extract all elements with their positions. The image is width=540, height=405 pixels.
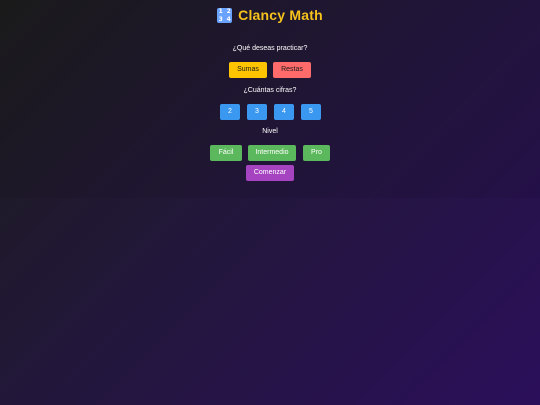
digits-5-button[interactable]: 5 xyxy=(301,104,321,120)
digits-question: ¿Cuántas cifras? xyxy=(243,87,297,94)
restas-button[interactable]: Restas xyxy=(273,62,311,78)
sumas-button[interactable]: Sumas xyxy=(229,62,267,78)
app-title: Clancy Math xyxy=(238,7,323,23)
start-button[interactable]: Comenzar xyxy=(246,165,294,181)
operation-question: ¿Qué deseas practicar? xyxy=(232,45,308,52)
digits-3-button[interactable]: 3 xyxy=(247,104,267,120)
numbers-icon: 1 2 3 4 xyxy=(217,7,233,23)
level-intermedio-button[interactable]: Intermedio xyxy=(248,145,296,161)
level-question: Nivel xyxy=(262,128,278,135)
icon-digit: 1 xyxy=(218,7,223,15)
icon-digit: 2 xyxy=(226,7,231,15)
icon-digit: 4 xyxy=(226,15,231,23)
icon-digit: 3 xyxy=(218,15,223,23)
level-facil-button[interactable]: Fácil xyxy=(210,145,242,161)
digits-4-button[interactable]: 4 xyxy=(274,104,294,120)
app-header: 1 2 3 4 Clancy Math xyxy=(0,7,540,23)
level-pro-button[interactable]: Pro xyxy=(303,145,330,161)
digits-2-button[interactable]: 2 xyxy=(220,104,240,120)
